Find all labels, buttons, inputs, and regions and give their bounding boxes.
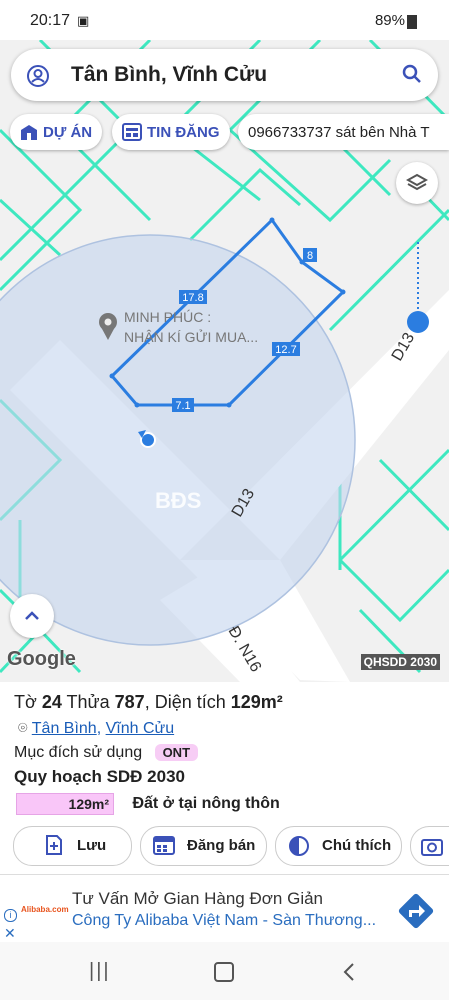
to-label: Tờ: [14, 692, 37, 712]
info-icon[interactable]: i: [4, 909, 17, 922]
calendar-icon: [153, 836, 175, 855]
purpose-row: Mục đích sử dụng ONT: [14, 744, 199, 762]
google-logo: Google: [7, 648, 76, 670]
search-icon[interactable]: [402, 64, 422, 84]
edge-label: 8: [307, 250, 313, 262]
edge-label: 7.1: [175, 400, 190, 412]
purpose-label: Mục đích sử dụng: [14, 744, 143, 761]
user-icon[interactable]: [27, 65, 49, 87]
building-icon: [21, 125, 37, 140]
parcel-info-panel: Tờ 24 Thửa 787, Diện tích 129m² ⌾ Tân Bì…: [0, 682, 449, 872]
area-value: 129m²: [230, 692, 283, 712]
contrast-icon: [289, 836, 309, 856]
status-battery-text: 89%: [374, 12, 405, 29]
edge-label: 12.7: [275, 344, 296, 356]
phone-chip-text: 0966733737 sát bên Nhà T: [248, 124, 430, 141]
plan-desc: Đất ở tại nông thôn: [132, 795, 280, 813]
to-value: 24: [41, 692, 62, 712]
thua-value: 787: [114, 692, 145, 712]
search-input[interactable]: Tân Bình, Vĩnh Cửu: [71, 63, 267, 87]
legend-button[interactable]: Chú thích: [275, 826, 402, 866]
expand-up-button[interactable]: [10, 594, 54, 638]
area-label: , Diện tích: [144, 692, 226, 712]
pin-icon: ⌾: [18, 720, 28, 737]
du-an-chip[interactable]: DỰ ÁN: [10, 114, 102, 150]
layer-tag: QHSDD 2030: [360, 654, 440, 670]
tin-dang-chip[interactable]: TIN ĐĂNG: [112, 114, 230, 150]
edge-label: 17.8: [182, 292, 203, 304]
post-sale-button[interactable]: Đăng bán: [140, 826, 267, 866]
plan-row: 129m² Đất ở tại nông thôn: [16, 793, 280, 815]
add-doc-icon: [46, 835, 62, 855]
search-bar[interactable]: Tân Bình, Vĩnh Cửu: [11, 49, 438, 101]
camera-button[interactable]: [410, 826, 449, 866]
parcel-title: Tờ 24 Thửa 787, Diện tích 129m²: [14, 692, 283, 713]
thua-label: Thửa: [66, 692, 110, 712]
system-nav-bar: |||: [0, 942, 449, 1000]
purpose-badge: ONT: [154, 744, 199, 761]
ad-title[interactable]: Tư Vấn Mở Gian Hàng Đơn Giản: [72, 889, 323, 909]
poi-name-line2: NHẬN KÍ GỬI MUA...: [124, 328, 258, 345]
recent-apps-icon[interactable]: |||: [89, 960, 111, 983]
watermark-text: BĐS: [155, 488, 201, 513]
status-bar: 20:17 ▣ 89%: [0, 0, 449, 40]
close-icon[interactable]: ✕: [4, 925, 16, 942]
status-time: 20:17: [30, 12, 71, 29]
chevron-up-icon: [25, 611, 39, 620]
save-label: Lưu: [77, 837, 107, 854]
camera-add-icon: [421, 839, 443, 856]
location-row: ⌾ Tân Bình, Vĩnh Cửu: [18, 720, 174, 738]
notification-icons: ▣: [77, 13, 90, 28]
post-sale-label: Đăng bán: [187, 837, 256, 854]
directions-icon[interactable]: [395, 890, 437, 932]
plan-area: 129m²: [16, 793, 114, 815]
tin-dang-label: TIN ĐĂNG: [147, 124, 220, 141]
back-icon[interactable]: [342, 962, 356, 982]
brand-logo: Alibaba.com: [21, 905, 69, 914]
location-link-commune[interactable]: Tân Bình: [32, 720, 97, 737]
location-sep: ,: [96, 720, 106, 737]
ad-banner[interactable]: i ✕ Alibaba.com Tư Vấn Mở Gian Hàng Đơn …: [0, 874, 449, 943]
newspaper-icon: [122, 123, 142, 141]
ad-subtitle[interactable]: Công Ty Alibaba Việt Nam - Sàn Thương...: [72, 912, 376, 930]
battery-icon: [407, 15, 417, 29]
layers-icon: [406, 173, 428, 191]
legend-label: Chú thích: [322, 837, 392, 854]
plan-title: Quy hoạch SDĐ 2030: [14, 767, 186, 786]
save-button[interactable]: Lưu: [13, 826, 132, 866]
location-link-district[interactable]: Vĩnh Cửu: [106, 720, 175, 737]
layers-button[interactable]: [396, 162, 438, 204]
phone-chip[interactable]: 0966733737 sát bên Nhà T: [238, 114, 449, 150]
poi-name-line1: MINH PHÚC :: [124, 309, 211, 325]
du-an-label: DỰ ÁN: [43, 124, 93, 141]
home-icon[interactable]: [214, 962, 234, 982]
